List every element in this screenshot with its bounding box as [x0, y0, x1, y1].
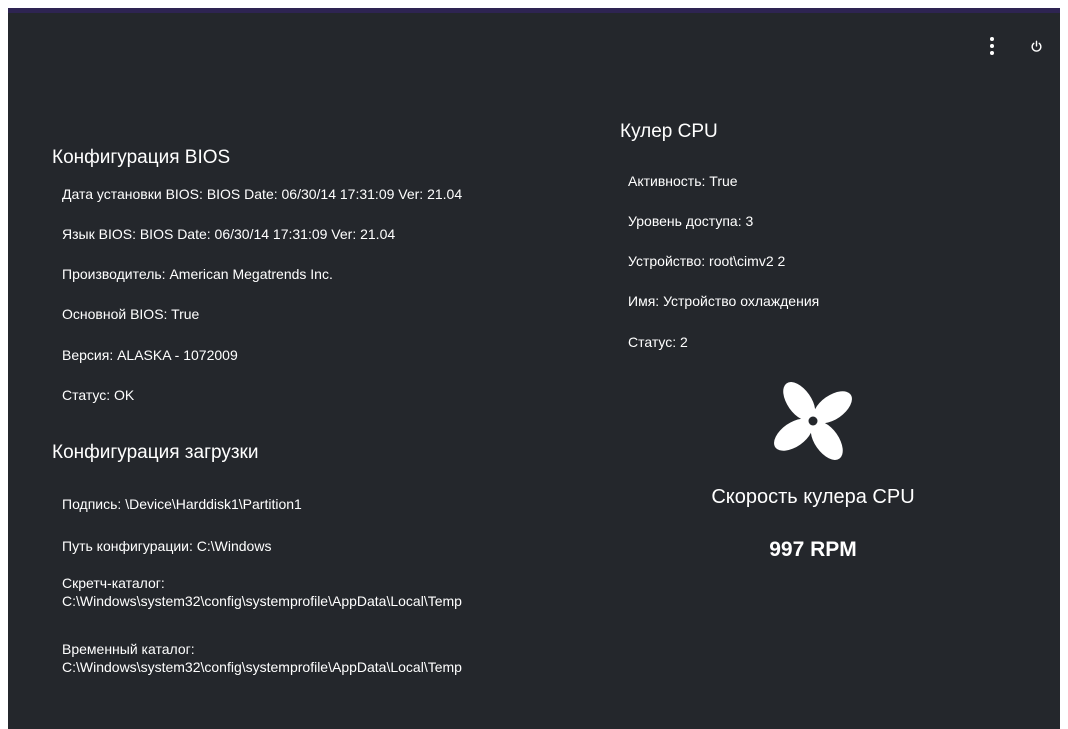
- bios-manufacturer-field: ПроизводительAmerican Megatrends Inc.: [62, 265, 333, 283]
- cooler-access-level-field: Уровень доступа3: [628, 212, 753, 230]
- title-bar-accent: [8, 8, 1060, 13]
- toolbar: [982, 34, 1046, 58]
- boot-section-title: Конфигурация загрузки: [52, 442, 259, 463]
- cooler-status-field: Статус2: [628, 333, 688, 351]
- bios-primary-field: Основной BIOSTrue: [62, 305, 199, 323]
- bios-language-field: Язык BIOSBIOS Date: 06/30/14 17:31:09 Ve…: [62, 225, 395, 243]
- cooler-name-field: ИмяУстройство охлаждения: [628, 292, 819, 310]
- more-vertical-icon: [990, 37, 994, 55]
- app-window: Конфигурация BIOS Дата установки BIOSBIO…: [8, 8, 1060, 729]
- fan-speed-label: Скорость кулера CPU: [711, 486, 915, 508]
- cooler-active-field: АктивностьTrue: [628, 172, 738, 190]
- fan-icon: [758, 378, 868, 464]
- bios-install-date-field: Дата установки BIOSBIOS Date: 06/30/14 1…: [62, 185, 462, 203]
- boot-scratch-dir-field: Скретч-каталог: C:\Windows\system32\conf…: [62, 575, 462, 609]
- bios-status-field: СтатусOK: [62, 386, 134, 404]
- boot-signature-field: Подпись\Device\Harddisk1\Partition1: [62, 495, 302, 513]
- power-icon: [1031, 40, 1041, 52]
- bios-section-title: Конфигурация BIOS: [52, 147, 231, 168]
- boot-config-path-field: Путь конфигурацииC:\Windows: [62, 537, 271, 555]
- boot-temp-dir-field: Временный каталог: C:\Windows\system32\c…: [62, 641, 462, 675]
- power-button[interactable]: [1026, 34, 1046, 58]
- more-options-button[interactable]: [982, 34, 1002, 58]
- cooler-section-title: Кулер CPU: [620, 121, 718, 142]
- fan-speed-value: 997 RPM: [769, 538, 857, 561]
- bios-version-field: ВерсияALASKA - 1072009: [62, 346, 238, 364]
- cooler-device-field: Устройствоroot\cimv2 2: [628, 252, 785, 270]
